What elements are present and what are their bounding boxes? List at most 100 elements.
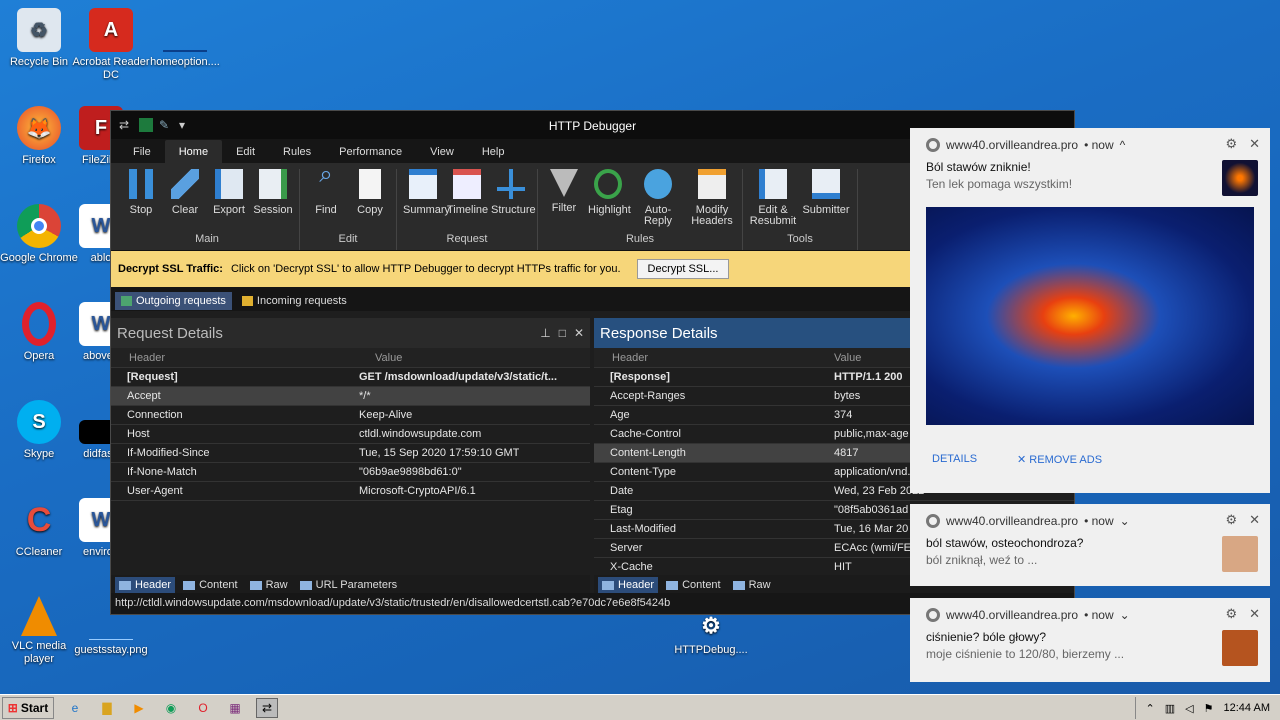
summary-button[interactable]: Summary bbox=[403, 169, 450, 233]
close-icon[interactable]: ✕ bbox=[574, 326, 584, 340]
header-value-cell: Keep-Alive bbox=[359, 409, 413, 421]
header-name-cell: Content-Type bbox=[610, 466, 677, 478]
filter-button[interactable]: Filter bbox=[544, 169, 584, 233]
response-tab-raw[interactable]: Raw bbox=[729, 577, 775, 593]
tab-incoming-requests[interactable]: Incoming requests bbox=[236, 292, 353, 310]
auto-reply-button[interactable]: Auto-Reply bbox=[632, 169, 684, 233]
table-row[interactable]: Accept */* bbox=[111, 387, 590, 406]
modify-headers-icon bbox=[698, 169, 726, 199]
gear-icon[interactable]: ⚙ bbox=[1225, 512, 1237, 528]
close-icon[interactable]: ✕ bbox=[1249, 512, 1260, 528]
close-icon[interactable]: ✕ bbox=[1249, 606, 1260, 622]
notification-2[interactable]: www40.orvilleandrea.pro • now ⌄ ⚙ ✕ ból s… bbox=[910, 504, 1270, 586]
desktop-icon-homeoption[interactable]: homeoption.... bbox=[146, 8, 224, 69]
tab-outgoing-requests[interactable]: Outgoing requests bbox=[115, 291, 232, 310]
desktop-icon-vlc[interactable]: VLC media player bbox=[0, 596, 78, 666]
header-value-cell: ECAcc (wmi/FE bbox=[834, 542, 911, 554]
response-tab-header[interactable]: Header bbox=[598, 577, 659, 593]
menu-performance[interactable]: Performance bbox=[325, 146, 416, 163]
opera-taskbar-icon[interactable]: O bbox=[192, 698, 214, 718]
timeline-button[interactable]: Timeline bbox=[447, 169, 488, 233]
chevron-down-icon[interactable]: ⌄ bbox=[1120, 514, 1130, 528]
export-icon bbox=[215, 169, 243, 199]
gear-icon[interactable]: ⚙ bbox=[1225, 136, 1237, 152]
header-value-cell: "06b9ae9898bd61:0" bbox=[359, 466, 462, 478]
response-tab-content[interactable]: Content bbox=[662, 577, 725, 593]
table-row[interactable]: If-None-Match "06b9ae9898bd61:0" bbox=[111, 463, 590, 482]
modify-headers-button[interactable]: Modify Headers bbox=[688, 169, 736, 233]
clock[interactable]: 12:44 AM bbox=[1224, 702, 1270, 714]
decrypt-ssl-button[interactable]: Decrypt SSL... bbox=[636, 259, 730, 279]
notification-header: www40.orvilleandrea.pro • now ⌄ bbox=[910, 504, 1270, 528]
export-button[interactable]: Export bbox=[209, 169, 249, 233]
header-value-cell: "08f5ab0361ad bbox=[834, 504, 909, 516]
notification-3[interactable]: www40.orvilleandrea.pro • now ⌄ ⚙ ✕ ciśni… bbox=[910, 598, 1270, 682]
chrome-taskbar-icon[interactable]: ◉ bbox=[160, 698, 182, 718]
menu-home[interactable]: Home bbox=[164, 140, 223, 163]
notification-header: www40.orvilleandrea.pro • now ^ bbox=[910, 128, 1270, 152]
header-name-cell: Connection bbox=[127, 409, 183, 421]
stop-button[interactable]: Stop bbox=[121, 169, 161, 233]
close-icon[interactable]: ✕ bbox=[1249, 136, 1260, 152]
submitter-button[interactable]: Submitter bbox=[801, 169, 851, 233]
eraser-icon bbox=[171, 169, 199, 199]
session-button[interactable]: Session bbox=[253, 169, 293, 233]
request-tab-url-parameters[interactable]: URL Parameters bbox=[296, 577, 402, 593]
stop-icon bbox=[129, 169, 153, 199]
request-tab-content[interactable]: Content bbox=[179, 577, 242, 593]
structure-button[interactable]: Structure bbox=[491, 169, 536, 233]
table-row[interactable]: Host ctldl.windowsupdate.com bbox=[111, 425, 590, 444]
maximize-icon[interactable]: □ bbox=[559, 326, 566, 340]
ie-taskbar-icon[interactable]: e bbox=[64, 698, 86, 718]
table-row[interactable]: [Request] GET /msdownload/update/v3/stati… bbox=[111, 368, 590, 387]
media-player-taskbar-icon[interactable]: ▶ bbox=[128, 698, 150, 718]
header-name-cell: Last-Modified bbox=[610, 523, 677, 535]
httpdebugger-taskbar-icon[interactable]: ⇄ bbox=[256, 697, 278, 718]
details-button[interactable]: DETAILS bbox=[932, 453, 977, 466]
clear-button[interactable]: Clear bbox=[165, 169, 205, 233]
request-tab-header[interactable]: Header bbox=[115, 577, 176, 593]
url-parameters-icon bbox=[299, 580, 312, 590]
highlight-button[interactable]: Highlight bbox=[588, 169, 631, 233]
table-row[interactable]: User-Agent Microsoft-CryptoAPI/6.1 bbox=[111, 482, 590, 501]
notification-actions: DETAILS ✕ REMOVE ADS bbox=[910, 425, 1270, 466]
notification-1[interactable]: www40.orvilleandrea.pro • now ^ ⚙ ✕ Ból s… bbox=[910, 128, 1270, 493]
pin-icon[interactable]: ⊥ bbox=[540, 326, 550, 340]
chevron-down-icon[interactable]: ⌄ bbox=[1120, 608, 1130, 622]
find-button[interactable]: ⌕ Find bbox=[306, 163, 346, 233]
copy-button[interactable]: Copy bbox=[350, 169, 390, 233]
table-row[interactable]: Connection Keep-Alive bbox=[111, 406, 590, 425]
header-icon bbox=[602, 580, 614, 590]
menu-view[interactable]: View bbox=[416, 146, 468, 163]
chevron-up-icon[interactable]: ^ bbox=[1120, 138, 1126, 152]
header-value-cell: HIT bbox=[834, 561, 852, 573]
menu-help[interactable]: Help bbox=[468, 146, 519, 163]
explorer-taskbar-icon[interactable]: ▇ bbox=[96, 698, 118, 718]
table-row[interactable]: If-Modified-Since Tue, 15 Sep 2020 17:59:… bbox=[111, 444, 590, 463]
menu-edit[interactable]: Edit bbox=[222, 146, 269, 163]
volume-icon[interactable]: ◁ bbox=[1185, 702, 1193, 715]
desktop-icon-acrobat[interactable]: A Acrobat Reader DC bbox=[72, 8, 150, 82]
notification-header: www40.orvilleandrea.pro • now ⌄ bbox=[910, 598, 1270, 622]
network-icon[interactable]: ▥ bbox=[1165, 702, 1175, 715]
system-tray: ⌃ ▥ ◁ ⚑ 12:44 AM bbox=[1134, 697, 1280, 719]
structure-icon bbox=[497, 169, 525, 199]
recycle-bin-icon: ♻ bbox=[17, 8, 61, 52]
remove-ads-button[interactable]: ✕ REMOVE ADS bbox=[1017, 453, 1102, 466]
winrar-taskbar-icon[interactable]: ▦ bbox=[224, 698, 246, 718]
request-tab-raw[interactable]: Raw bbox=[246, 577, 292, 593]
menu-file[interactable]: File bbox=[119, 146, 165, 163]
header-value-cell: 374 bbox=[834, 409, 853, 421]
desktop-icon-recycle-bin[interactable]: ♻ Recycle Bin bbox=[0, 8, 78, 69]
chevron-up-icon[interactable]: ⌃ bbox=[1146, 702, 1155, 715]
edit-resubmit-button[interactable]: Edit & Resubmit bbox=[749, 169, 797, 233]
menu-rules[interactable]: Rules bbox=[269, 146, 325, 163]
header-name-cell: Accept-Ranges bbox=[610, 390, 686, 402]
timeline-icon bbox=[453, 169, 481, 199]
header-name-cell: X-Cache bbox=[610, 561, 653, 573]
desktop-icon-httpdebugger[interactable]: ⚙ HTTPDebug.... bbox=[672, 612, 750, 657]
flag-icon[interactable]: ⚑ bbox=[1204, 702, 1214, 715]
gear-icon[interactable]: ⚙ bbox=[1225, 606, 1237, 622]
start-button[interactable]: ⊞ Start bbox=[2, 696, 54, 719]
header-name-cell: If-None-Match bbox=[127, 466, 197, 478]
